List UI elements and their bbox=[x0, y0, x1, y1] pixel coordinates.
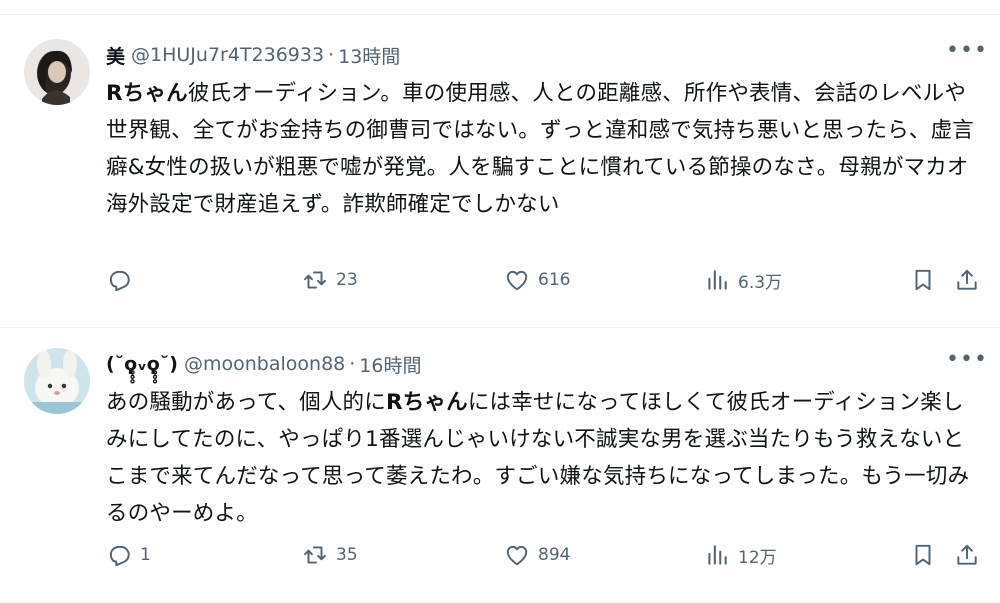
user-handle[interactable]: @1HUJu7r4T236933 bbox=[131, 44, 324, 66]
tweet-text-start: あの騒動があって、個人的に bbox=[106, 390, 386, 415]
views-icon bbox=[708, 270, 727, 290]
tweet[interactable]: (˘ϙ̥̥̥ᵥϙ̥̥̥˘) @moonbaloon88 · 16時間 ••• あ… bbox=[0, 328, 1000, 603]
share-icon bbox=[957, 269, 977, 290]
share-button[interactable] bbox=[954, 540, 980, 570]
mention-bold: Rちゃん bbox=[106, 81, 188, 106]
display-name[interactable]: 美 bbox=[106, 42, 125, 69]
repost-button[interactable]: 35 bbox=[302, 540, 358, 570]
tweet-text: あの騒動があって、個人的にRちゃんには幸せになってほしくて彼氏オーディション楽し… bbox=[106, 384, 980, 532]
user-handle[interactable]: @moonbaloon88 bbox=[184, 353, 345, 375]
repost-icon bbox=[304, 271, 326, 289]
bookmark-icon bbox=[915, 544, 931, 566]
bookmark-icon bbox=[915, 269, 931, 291]
bookmark-button[interactable] bbox=[910, 265, 936, 295]
like-count: 894 bbox=[538, 545, 571, 565]
timestamp[interactable]: 16時間 bbox=[359, 351, 421, 378]
avatar-image bbox=[24, 348, 90, 414]
timestamp[interactable]: 13時間 bbox=[338, 42, 400, 69]
views-count: 12万 bbox=[738, 547, 777, 568]
reply-button[interactable]: 1 bbox=[106, 540, 151, 570]
reply-icon bbox=[109, 270, 130, 292]
reply-button[interactable] bbox=[106, 265, 140, 295]
repost-count: 23 bbox=[336, 270, 358, 290]
separator: · bbox=[328, 44, 335, 66]
like-button[interactable]: 894 bbox=[504, 540, 570, 570]
separator: · bbox=[349, 353, 356, 375]
bookmark-button[interactable] bbox=[910, 540, 936, 570]
tweet-content: 美 @1HUJu7r4T236933 · 13時間 ••• Rちゃん彼氏オーディ… bbox=[106, 40, 987, 223]
avatar-image bbox=[24, 39, 90, 105]
heart-icon bbox=[506, 545, 528, 566]
heart-icon bbox=[506, 270, 528, 291]
tweet-header: 美 @1HUJu7r4T236933 · 13時間 bbox=[106, 41, 980, 69]
more-options-button[interactable]: ••• bbox=[946, 40, 987, 69]
mention-bold: Rちゃん bbox=[385, 390, 468, 415]
views-count: 6.3万 bbox=[738, 272, 783, 293]
avatar[interactable] bbox=[24, 39, 90, 105]
action-bar: 23 616 6.3万 bbox=[106, 265, 980, 295]
tweet-content: (˘ϙ̥̥̥ᵥϙ̥̥̥˘) @moonbaloon88 · 16時間 ••• あ… bbox=[106, 349, 987, 532]
share-button[interactable] bbox=[954, 265, 980, 295]
action-bar: 1 35 894 12万 bbox=[106, 540, 980, 570]
repost-icon bbox=[304, 546, 326, 564]
tweet-text: Rちゃん彼氏オーディション。車の使用感、人との距離感、所作や表情、会話のレベルや… bbox=[106, 75, 980, 223]
tweet-text-rest: 彼氏オーディション。車の使用感、人との距離感、所作や表情、会話のレベルや世界観、… bbox=[106, 81, 975, 217]
display-name[interactable]: (˘ϙ̥̥̥ᵥϙ̥̥̥˘) bbox=[106, 353, 178, 375]
views-button[interactable]: 6.3万 bbox=[704, 265, 782, 295]
views-icon bbox=[708, 545, 727, 565]
tweet[interactable]: 美 @1HUJu7r4T236933 · 13時間 ••• Rちゃん彼氏オーディ… bbox=[0, 15, 1000, 328]
top-divider bbox=[0, 0, 1000, 15]
tweet-header: (˘ϙ̥̥̥ᵥϙ̥̥̥˘) @moonbaloon88 · 16時間 bbox=[106, 350, 980, 378]
share-icon bbox=[957, 544, 977, 565]
reply-icon bbox=[109, 545, 130, 567]
like-button[interactable]: 616 bbox=[504, 265, 570, 295]
repost-button[interactable]: 23 bbox=[302, 265, 358, 295]
views-button[interactable]: 12万 bbox=[704, 540, 777, 570]
avatar[interactable] bbox=[24, 348, 90, 414]
reply-count: 1 bbox=[140, 545, 151, 565]
more-options-button[interactable]: ••• bbox=[946, 349, 987, 378]
repost-count: 35 bbox=[336, 545, 358, 565]
like-count: 616 bbox=[538, 270, 571, 290]
